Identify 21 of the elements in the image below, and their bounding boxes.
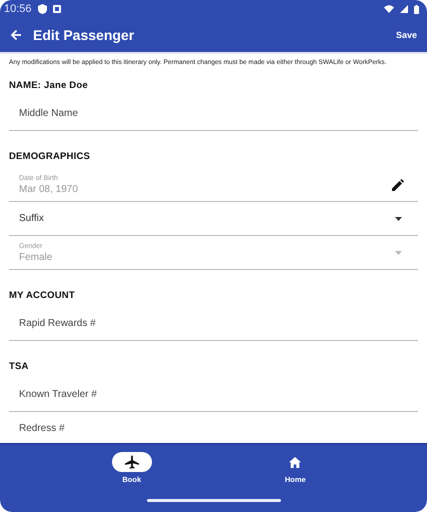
caret-icon (395, 250, 402, 254)
section-heading: MY ACCOUNT (9, 290, 76, 301)
screen-title: Edit Passenger (33, 27, 134, 43)
notification-icon (52, 5, 61, 13)
section-heading: DEMOGRAPHICS (9, 151, 92, 162)
wifi-icon (384, 5, 394, 13)
airplane-icon (124, 455, 139, 469)
save-button[interactable]: Save (396, 28, 417, 42)
battery-icon (414, 4, 419, 14)
caret-icon (395, 216, 402, 220)
section-heading: NAME: Jane Doe (9, 80, 89, 91)
shield-icon (38, 4, 47, 14)
dropdown-field[interactable]: Suffix (9, 202, 418, 236)
input-field[interactable]: Rapid Rewards # (9, 307, 418, 341)
section-heading: TSA (9, 361, 30, 372)
status-time: 10:56 (4, 3, 32, 15)
input-field[interactable]: Known Traveler # (9, 378, 418, 412)
input-field[interactable]: Middle Name (9, 97, 418, 131)
signal-icon (400, 5, 408, 13)
back-arrow-icon[interactable] (10, 29, 22, 41)
home-icon (289, 456, 302, 468)
